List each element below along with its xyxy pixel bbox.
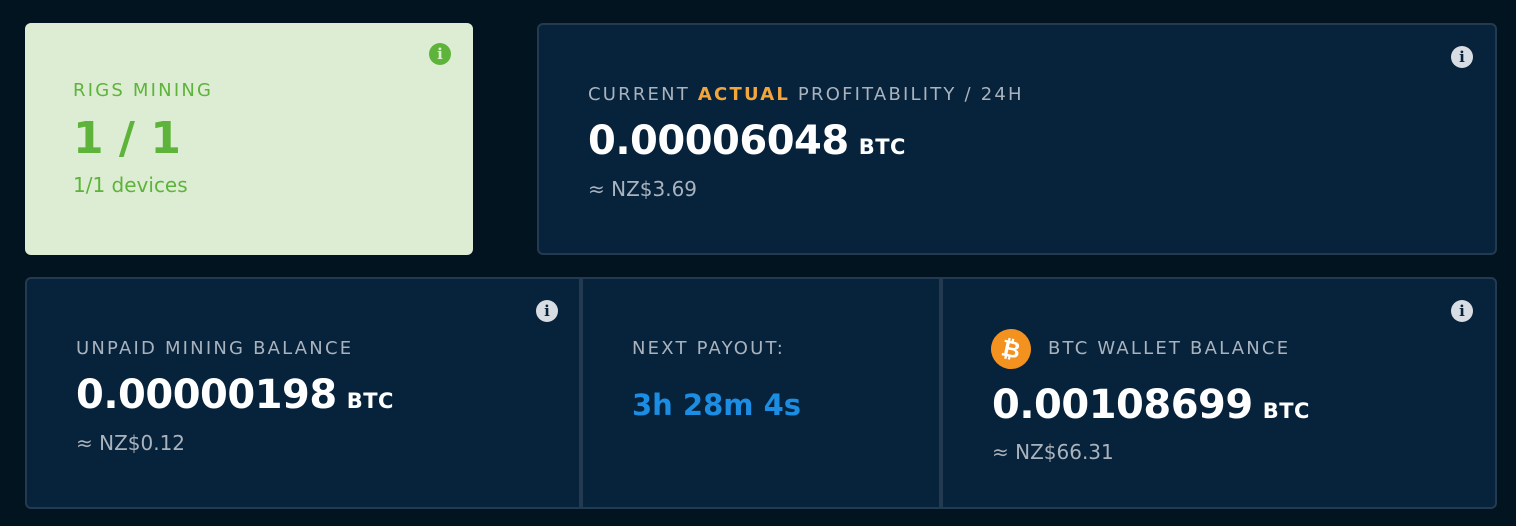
profitability-label: CURRENT ACTUAL PROFITABILITY / 24H [588,84,1024,105]
info-icon[interactable]: i [1451,300,1473,322]
profitability-card: i CURRENT ACTUAL PROFITABILITY / 24H 0.0… [537,23,1497,255]
rigs-mining-label: RIGS MINING [73,80,214,101]
info-icon[interactable]: i [1451,46,1473,68]
next-payout-countdown: 3h 28m 4s [632,388,802,422]
rigs-mining-count: 1 / 1 [73,113,181,164]
section-divider [579,279,583,507]
balances-panel: i UNPAID MINING BALANCE 0.00000198 BTC ≈ … [25,277,1497,509]
profitability-unit: BTC [858,135,906,159]
profitability-value: 0.00006048 BTC [588,118,906,164]
info-icon[interactable]: i [429,43,451,65]
unpaid-balance-label: UNPAID MINING BALANCE [76,338,354,359]
wallet-balance-label: BTC WALLET BALANCE [1048,338,1291,359]
bitcoin-icon: ₿ [987,325,1035,373]
info-icon[interactable]: i [536,300,558,322]
next-payout-label: NEXT PAYOUT: [632,338,786,359]
wallet-balance-unit: BTC [1262,399,1310,423]
profitability-amount: 0.00006048 [588,118,849,164]
profitability-fiat: ≈ NZ$3.69 [588,177,698,201]
unpaid-balance-value: 0.00000198 BTC [76,372,394,418]
profitability-label-suffix: PROFITABILITY / 24H [790,84,1024,105]
unpaid-balance-fiat: ≈ NZ$0.12 [76,431,186,455]
wallet-balance-amount: 0.00108699 [992,382,1253,428]
unpaid-balance-unit: BTC [346,389,394,413]
wallet-balance-value: 0.00108699 BTC [992,382,1310,428]
unpaid-balance-amount: 0.00000198 [76,372,337,418]
wallet-balance-fiat: ≈ NZ$66.31 [992,440,1114,464]
profitability-label-prefix: CURRENT [588,84,698,105]
profitability-label-accent: ACTUAL [697,84,791,105]
rigs-mining-card: i RIGS MINING 1 / 1 1/1 devices [25,23,473,255]
section-divider [939,279,943,507]
rigs-devices-count: 1/1 devices [73,173,188,197]
